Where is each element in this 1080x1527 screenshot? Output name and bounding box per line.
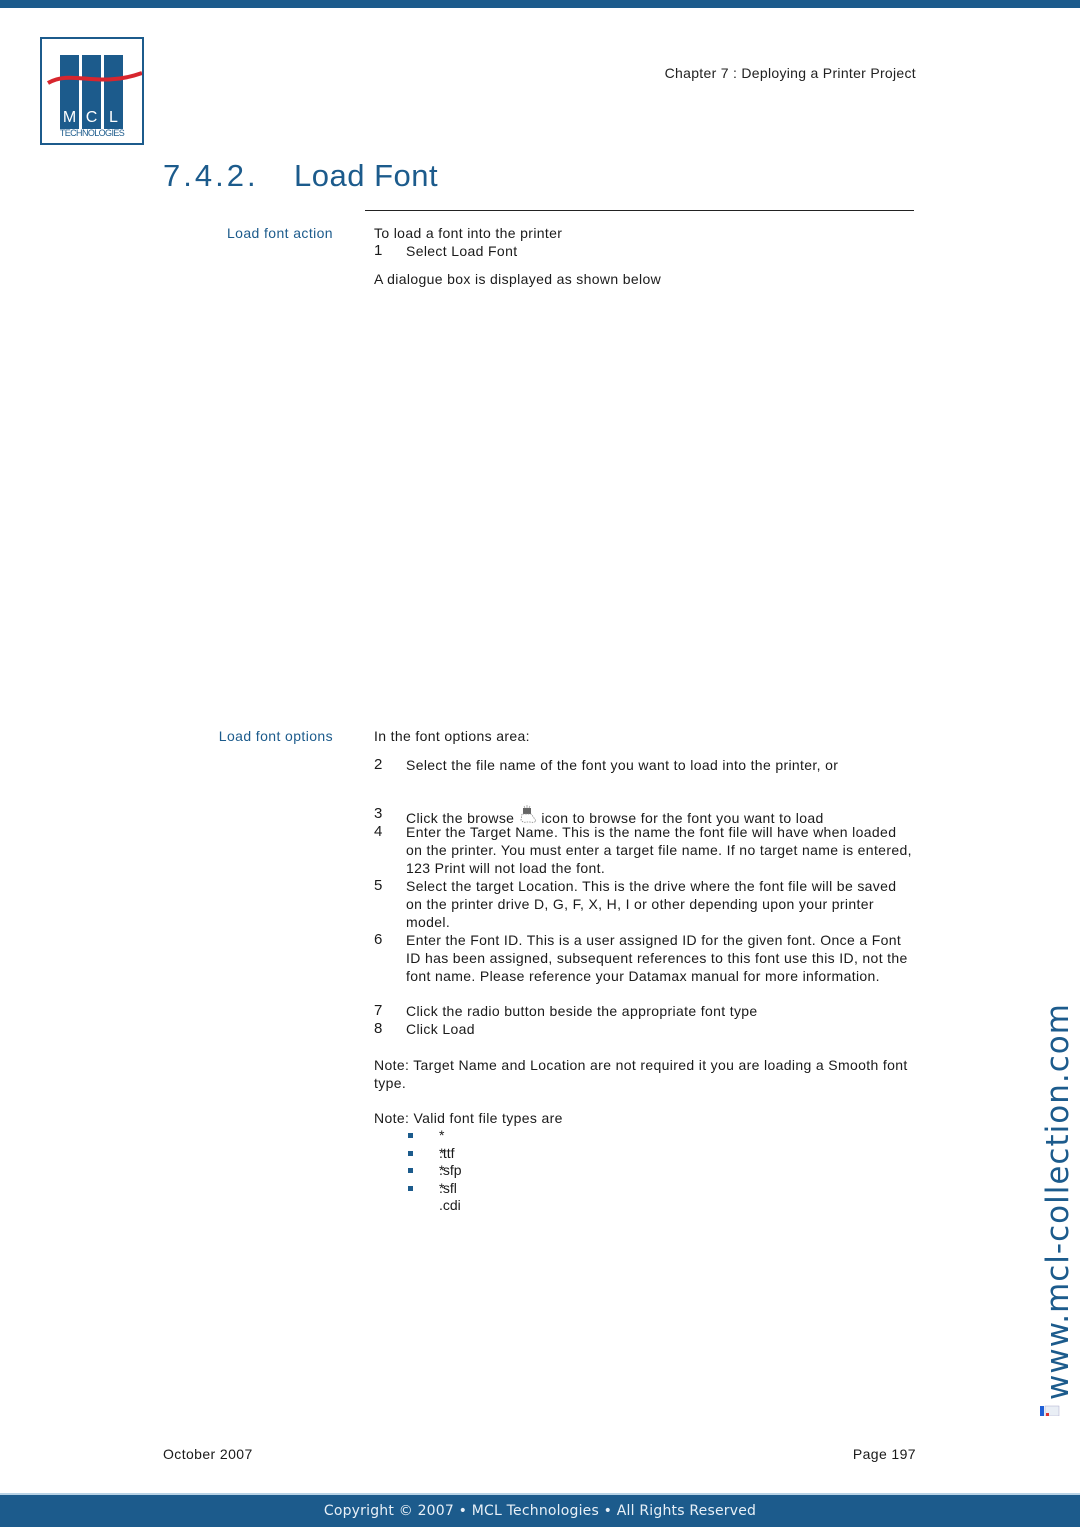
note-valid-types: Note: Valid font file types are: [374, 1110, 563, 1126]
options-intro: In the font options area:: [374, 728, 530, 744]
logo-letter-c: C: [86, 109, 98, 126]
logo-letter-m: M: [63, 109, 76, 126]
action-intro: To load a font into the printer: [374, 225, 563, 241]
step-text: Select the target Location. This is the …: [406, 878, 897, 930]
section-title-text: Load Font: [294, 158, 439, 193]
logo-letter-l: L: [109, 109, 118, 126]
step-number: 8: [374, 1020, 383, 1037]
section-title: 7.4.2. Load Font: [163, 158, 438, 194]
watermark-url: www.mcl-collection.com: [1040, 1003, 1076, 1400]
logo-subtitle: TECHNOLOGIES: [60, 128, 125, 138]
step-1: 1 Select Load Font: [374, 242, 914, 260]
step-number: 5: [374, 877, 383, 894]
note-smooth-font: Note: Target Name and Location are not r…: [374, 1057, 908, 1091]
file-type: * .cdi: [439, 1179, 461, 1214]
copyright-text: Copyright © 2007 • MCL Technologies • Al…: [323, 1503, 757, 1519]
bullet-icon: [408, 1168, 413, 1174]
bullet-icon: [408, 1133, 413, 1138]
bullet-icon: [408, 1185, 413, 1191]
step-4: 4 Enter the Target Name. This is the nam…: [374, 823, 914, 877]
watermark-logo-icon: [1040, 1403, 1060, 1417]
step-text: Enter the Font ID. This is a user assign…: [406, 932, 908, 984]
step-text: Select Load Font: [406, 243, 518, 259]
mcl-technologies-logo: M C L TECHNOLOGIES: [40, 37, 144, 145]
step-number: 3: [374, 805, 383, 822]
step-text: Enter the Target Name. This is the name …: [406, 824, 912, 876]
top-banner-bar: [0, 0, 1080, 8]
step-2: 2 Select the file name of the font you w…: [374, 756, 914, 774]
step-5: 5 Select the target Location. This is th…: [374, 877, 914, 931]
step-number: 6: [374, 931, 383, 948]
step-6: 6 Enter the Font ID. This is a user assi…: [374, 931, 914, 985]
section-number: 7.4.2.: [163, 158, 259, 193]
step-number: 2: [374, 756, 383, 773]
step-number: 7: [374, 1002, 383, 1019]
title-divider: [365, 210, 914, 211]
step-8: 8 Click Load: [374, 1020, 914, 1038]
side-label-load-font-action: Load font action: [226, 225, 333, 241]
step-number: 4: [374, 823, 383, 840]
side-label-load-font-options: Load font options: [218, 728, 333, 744]
browse-folder-icon: [518, 805, 540, 825]
dialogue-note: A dialogue box is displayed as shown bel…: [374, 271, 662, 287]
step-7: 7 Click the radio button beside the appr…: [374, 1002, 914, 1020]
step-text: Click the radio button beside the approp…: [406, 1003, 758, 1019]
step-number: 1: [374, 242, 383, 259]
step-text: Select the file name of the font you wan…: [406, 757, 839, 773]
chapter-header: Chapter 7 : Deploying a Printer Project: [664, 65, 916, 81]
footer-bar: Copyright © 2007 • MCL Technologies • Al…: [0, 1493, 1080, 1527]
step-text: Click Load: [406, 1021, 475, 1037]
footer-date: October 2007: [163, 1446, 253, 1462]
bullet-icon: [408, 1150, 413, 1156]
footer-page-number: Page 197: [852, 1446, 916, 1462]
